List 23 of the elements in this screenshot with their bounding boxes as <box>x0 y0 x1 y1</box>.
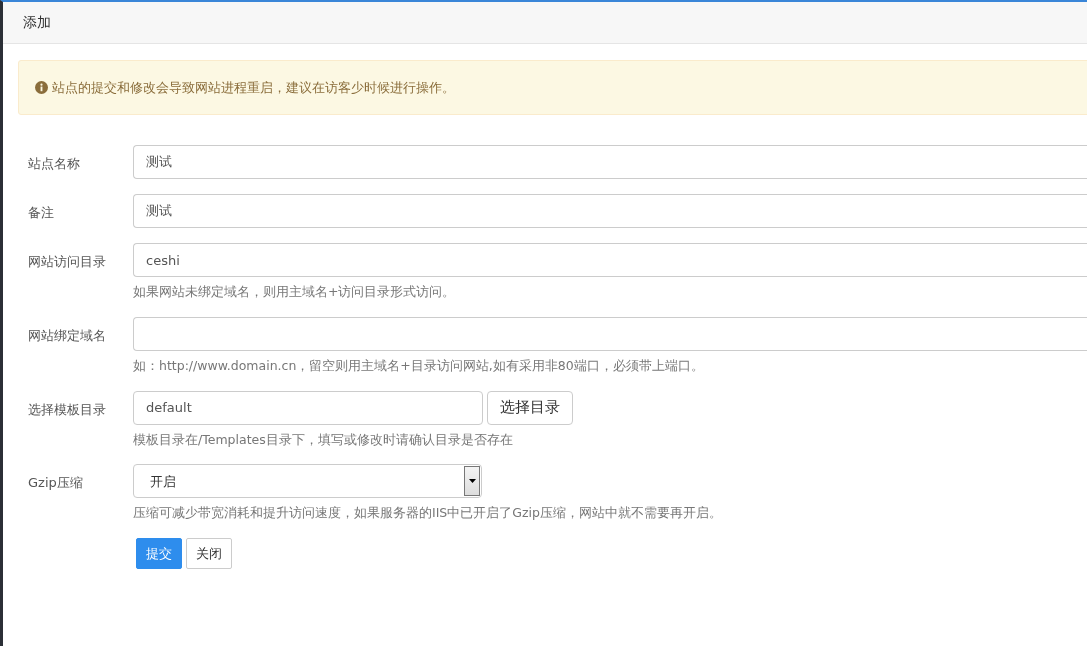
field-label: 备注 <box>28 204 55 222</box>
help-text: 压缩可减少带宽消耗和提升访问速度，如果服务器的IIS中已开启了Gzip压缩，网站中就不需要再开启。 <box>133 504 723 523</box>
help-text: 如：http://www.domain.cn，留空则用主域名+目录访问网站,如有采用非80端口，必须带上端口。 <box>133 356 705 375</box>
caret-icon <box>468 479 476 484</box>
input-field[interactable]: ceshi <box>133 243 1087 277</box>
field-label: 选择模板目录 <box>28 400 107 419</box>
dropdown-select[interactable]: 开启 <box>133 464 482 499</box>
input-field[interactable]: 测试 <box>133 145 1087 179</box>
field-label: Gzip压缩 <box>28 474 84 493</box>
browse-button[interactable]: 选择目录 <box>487 390 573 425</box>
field-label: 网站绑定域名 <box>28 326 107 345</box>
close-button[interactable]: 关闭 <box>186 538 232 569</box>
field-label: 站点名称 <box>28 155 81 173</box>
input-field[interactable]: default <box>133 390 483 425</box>
dropdown-value: 开启 <box>150 472 176 491</box>
help-text: 如果网站未绑定域名，则用主域名+访问目录形式访问。 <box>133 283 457 301</box>
dialog-title: 添加 <box>23 13 51 32</box>
input-field[interactable] <box>133 316 1087 351</box>
help-text: 模板目录在/Templates目录下，填写或修改时请确认目录是否存在 <box>133 430 514 449</box>
input-field[interactable]: 测试 <box>133 194 1087 228</box>
notice-text: 站点的提交和修改会导致网站进程重启，建议在访客少时候进行操作。 <box>52 78 455 97</box>
info-icon <box>35 81 48 94</box>
field-label: 网站访问目录 <box>28 253 107 271</box>
